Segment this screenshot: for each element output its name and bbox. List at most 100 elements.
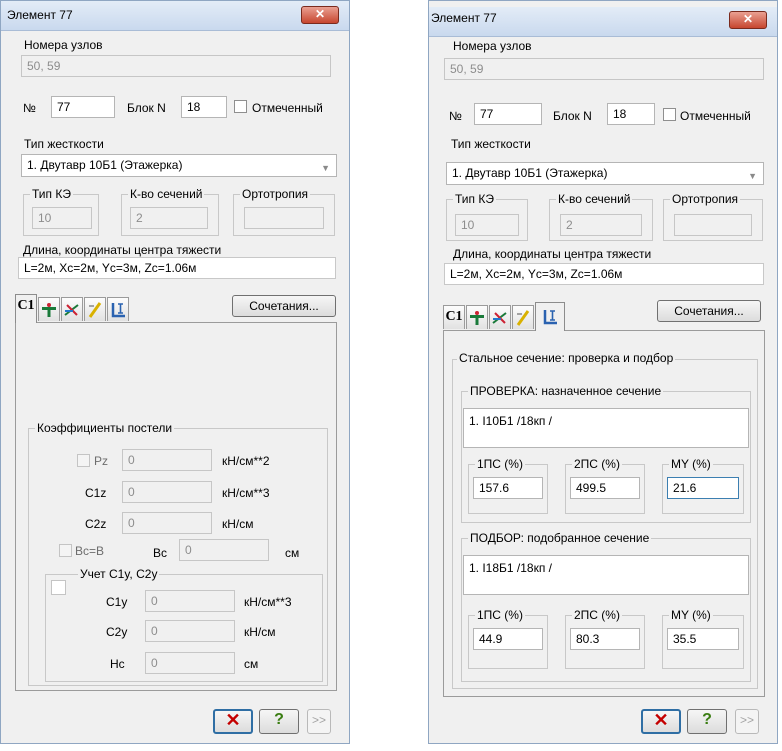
selection-section-box[interactable]: 1. I18Б1 /18кп / xyxy=(463,555,749,595)
ortho-label: Ортотропия xyxy=(240,187,311,201)
bc-label: Bc xyxy=(153,546,168,560)
sections-field: 2 xyxy=(130,207,208,229)
stiffness-dropdown[interactable]: 1. Двутавр 10Б1 (Этажерка) ▼ xyxy=(446,162,764,185)
sections-label: К-во сечений xyxy=(128,187,205,201)
combinations-button[interactable]: Сочетания... xyxy=(657,300,761,322)
ortho-field xyxy=(674,214,752,236)
fe-type-field: 10 xyxy=(32,207,92,229)
fe-type-label: Тип КЭ xyxy=(30,187,73,201)
supports-icon xyxy=(42,303,56,318)
length-label: Длина, координаты центра тяжести xyxy=(23,243,222,257)
c2z-field: 0 xyxy=(122,512,212,534)
c2y-field: 0 xyxy=(145,620,235,642)
tab-steel[interactable] xyxy=(107,297,129,321)
check-my-label: MY (%) xyxy=(669,457,713,471)
stiffness-group: Тип жесткости 1. Двутавр 10Б1 (Этажерка)… xyxy=(16,137,338,180)
marked-checkbox[interactable] xyxy=(234,100,247,113)
c1y-unit: кН/см**3 xyxy=(244,595,292,609)
check-title: ПРОВЕРКА: назначенное сечение xyxy=(468,384,664,398)
next-button[interactable]: >> xyxy=(735,709,759,734)
sections-field: 2 xyxy=(560,214,642,236)
select-1ps-group: 1ПС (%) 44.9 xyxy=(468,608,548,669)
select-2ps-group: 2ПС (%) 80.3 xyxy=(565,608,645,669)
tab-ruler[interactable] xyxy=(512,305,534,329)
number-field[interactable]: 77 xyxy=(51,96,115,118)
nodes-field: 50, 59 xyxy=(444,58,764,80)
selection-group: ПОДБОР: подобранное сечение 1. I18Б1 /18… xyxy=(461,531,751,682)
length-field: L=2м, Xc=2м, Yc=3м, Zc=1.06м xyxy=(444,263,764,285)
select-my-group: MY (%) 35.5 xyxy=(662,608,744,669)
number-field[interactable]: 77 xyxy=(474,103,542,125)
c1z-unit: кН/см**3 xyxy=(222,486,270,500)
steel-section-icon xyxy=(543,310,557,325)
sections-group: К-во сечений 2 xyxy=(549,192,653,241)
tab-panel-steel: Стальное сечение: проверка и подбор ПРОВ… xyxy=(443,330,765,697)
tab-c1[interactable]: C1 xyxy=(443,305,465,329)
select-2ps-field[interactable]: 80.3 xyxy=(570,628,640,650)
c1y-c2y-checkbox[interactable] xyxy=(51,580,66,595)
marked-label: Отмеченный xyxy=(252,101,323,115)
stiffness-value: 1. Двутавр 10Б1 (Этажерка) xyxy=(452,166,608,180)
check-1ps-field[interactable]: 157.6 xyxy=(473,477,543,499)
steel-section-icon xyxy=(111,303,125,318)
help-button[interactable]: ? xyxy=(259,709,299,734)
combinations-button[interactable]: Сочетания... xyxy=(232,295,336,317)
c2y-label: C2y xyxy=(106,625,128,639)
chevron-down-icon: ▼ xyxy=(321,163,330,173)
element-dialog-left: Элемент 77 ✕ Номера узлов 50, 59 № 77 Бл… xyxy=(0,0,350,744)
tab-panel-c1: Коэффициенты постели Pz 0 кН/см**2 C1z 0… xyxy=(15,322,337,691)
check-my-field[interactable]: 21.6 xyxy=(667,477,739,499)
cancel-button[interactable]: ✕ xyxy=(213,709,253,734)
tab-steel[interactable] xyxy=(535,302,565,331)
c1z-label: C1z xyxy=(85,486,107,500)
fe-type-group: Тип КЭ 10 xyxy=(446,192,528,241)
nodes-group: Номера узлов 50, 59 xyxy=(16,38,336,79)
tab-ruler[interactable] xyxy=(84,297,106,321)
help-button[interactable]: ? xyxy=(687,709,727,734)
fe-type-group: Тип КЭ 10 xyxy=(23,187,99,236)
cancel-button[interactable]: ✕ xyxy=(641,709,681,734)
check-2ps-field[interactable]: 499.5 xyxy=(570,477,640,499)
pz-checkbox[interactable] xyxy=(77,454,90,467)
marked-checkbox[interactable] xyxy=(663,108,676,121)
ruler-icon xyxy=(88,302,102,319)
tab-loads[interactable] xyxy=(489,305,511,329)
check-group: ПРОВЕРКА: назначенное сечение 1. I10Б1 /… xyxy=(461,384,751,523)
select-1ps-field[interactable]: 44.9 xyxy=(473,628,543,650)
nodes-field: 50, 59 xyxy=(21,55,331,77)
tab-supports[interactable] xyxy=(466,305,488,329)
check-2ps-label: 2ПС (%) xyxy=(572,457,622,471)
tab-loads[interactable] xyxy=(61,297,83,321)
check-section-box[interactable]: 1. I10Б1 /18кп / xyxy=(463,408,749,448)
title-bar: Элемент 77 ✕ xyxy=(1,1,349,31)
select-my-field[interactable]: 35.5 xyxy=(667,628,739,650)
c2z-label: C2z xyxy=(85,517,107,531)
block-field[interactable]: 18 xyxy=(181,96,227,118)
supports-icon xyxy=(470,311,484,326)
sections-label: К-во сечений xyxy=(556,192,633,206)
selection-title: ПОДБОР: подобранное сечение xyxy=(468,531,652,545)
number-label: № xyxy=(23,101,36,115)
close-button[interactable]: ✕ xyxy=(729,11,767,29)
tab-c1[interactable]: C1 xyxy=(15,294,37,323)
stiffness-label: Тип жесткости xyxy=(451,137,531,151)
select-my-label: MY (%) xyxy=(669,608,713,622)
chevron-down-icon: ▼ xyxy=(748,171,757,181)
close-button[interactable]: ✕ xyxy=(301,6,339,24)
stiffness-dropdown[interactable]: 1. Двутавр 10Б1 (Этажерка) ▼ xyxy=(21,154,337,177)
bed-coefficients-title: Коэффициенты постели xyxy=(35,421,175,435)
hc-unit: см xyxy=(244,657,259,671)
steel-section-group: Стальное сечение: проверка и подбор ПРОВ… xyxy=(452,351,758,689)
bc-field: 0 xyxy=(179,539,269,561)
ortho-group: Ортотропия xyxy=(663,192,763,241)
tab-supports[interactable] xyxy=(38,297,60,321)
window-title: Элемент 77 xyxy=(431,11,497,25)
bed-coefficients-group: Коэффициенты постели Pz 0 кН/см**2 C1z 0… xyxy=(28,421,328,686)
fe-type-label: Тип КЭ xyxy=(453,192,496,206)
length-label: Длина, координаты центра тяжести xyxy=(453,247,652,261)
c1y-c2y-group: Учет C1y, C2y C1y 0 кН/см**3 C2y 0 кН/см… xyxy=(45,567,323,682)
block-field[interactable]: 18 xyxy=(607,103,655,125)
ruler-icon xyxy=(516,310,530,327)
next-button[interactable]: >> xyxy=(307,709,331,734)
bc-eq-b-checkbox[interactable] xyxy=(59,544,72,557)
